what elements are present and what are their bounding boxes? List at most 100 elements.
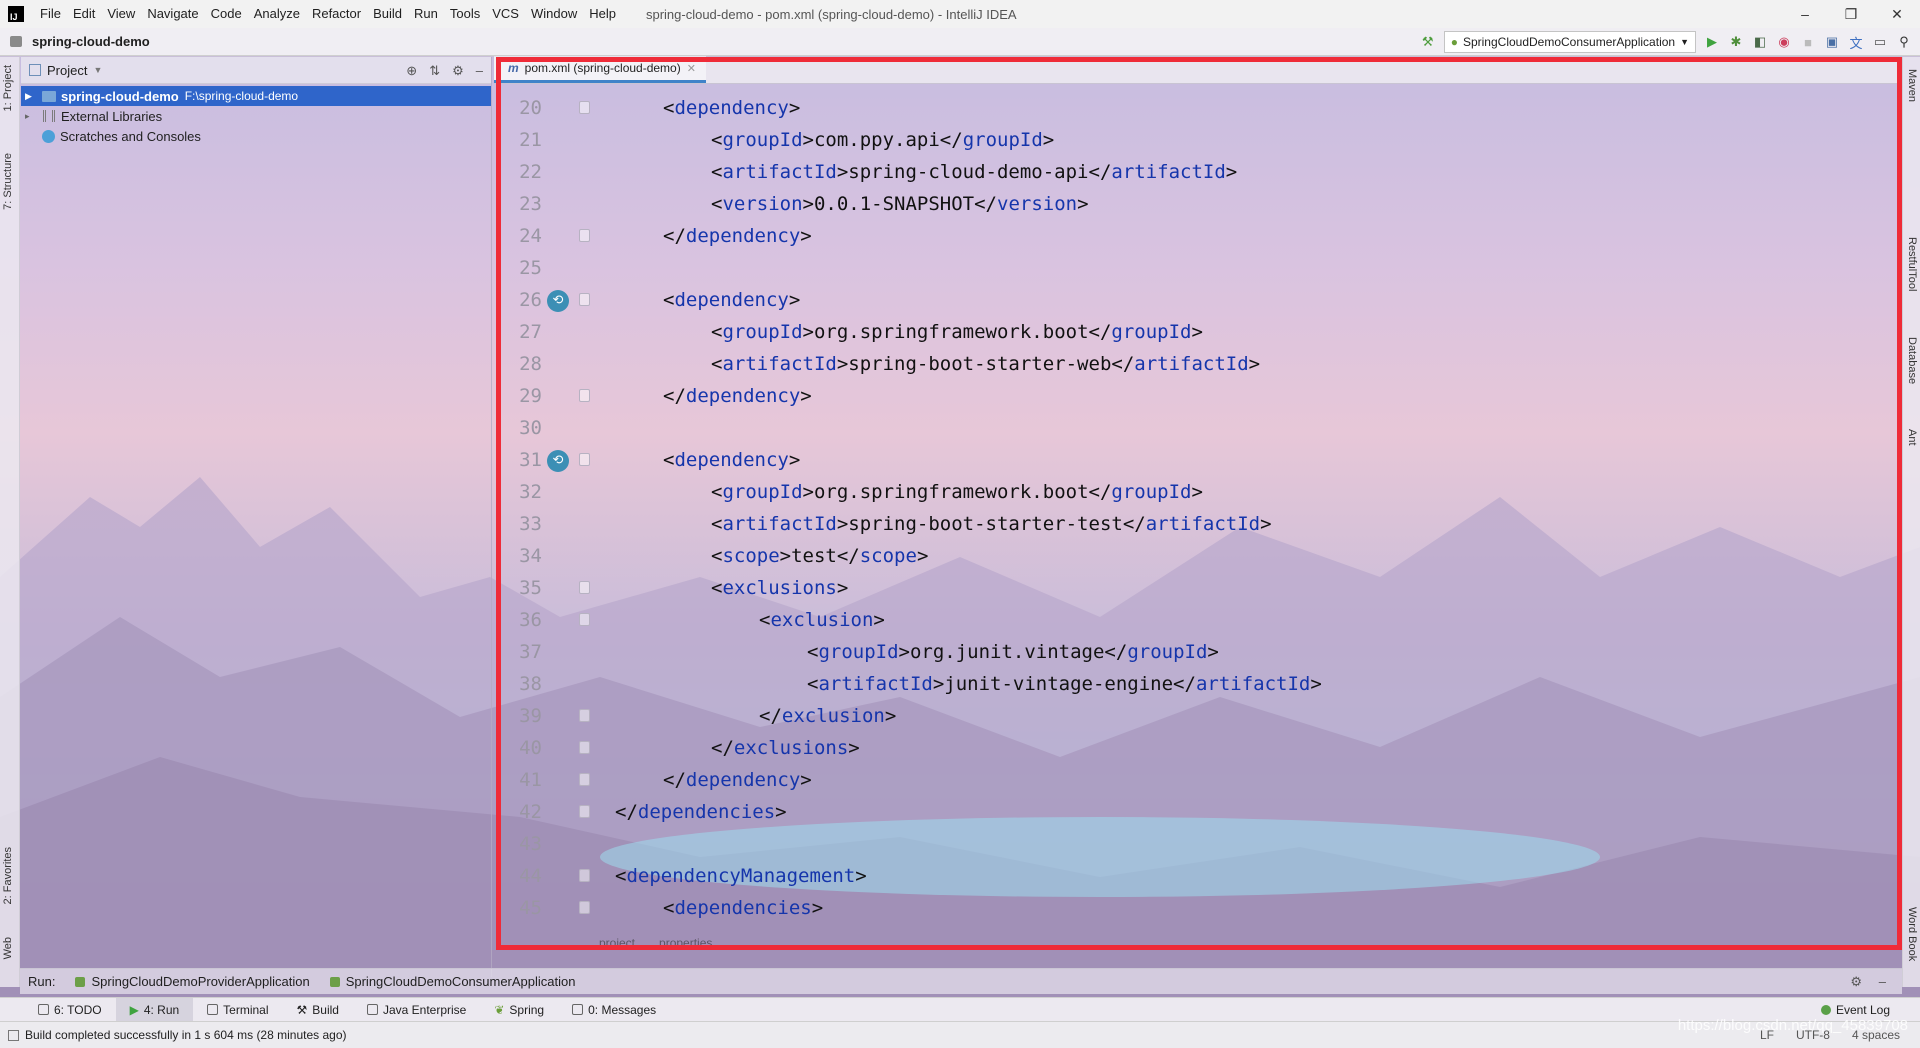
line-number[interactable]: 32 [494, 476, 542, 508]
fold-marker-icon[interactable] [579, 581, 590, 594]
line-number[interactable]: 34 [494, 540, 542, 572]
line-number[interactable]: 36 [494, 604, 542, 636]
fold-marker-icon[interactable] [579, 901, 590, 914]
menu-item-vcs[interactable]: VCS [486, 0, 525, 28]
code-line[interactable]: 20 <dependency> [494, 92, 1894, 124]
code-line[interactable]: 34 <scope>test</scope> [494, 540, 1894, 572]
expand-arrow-icon[interactable]: ▶ [25, 91, 37, 102]
code-line[interactable]: 25 [494, 252, 1894, 284]
tool-tab-messages[interactable]: 0: Messages [558, 998, 670, 1022]
collapse-all-icon[interactable]: ⇅ [429, 63, 440, 79]
profile-icon[interactable]: ◉ [1776, 34, 1792, 50]
line-number[interactable]: 21 [494, 124, 542, 156]
fold-marker-icon[interactable] [579, 805, 590, 818]
line-number[interactable]: 43 [494, 828, 542, 860]
run-configuration-select[interactable]: ● SpringCloudDemoConsumerApplication ▼ [1443, 31, 1696, 53]
menu-item-navigate[interactable]: Navigate [141, 0, 204, 28]
line-number[interactable]: 45 [494, 892, 542, 924]
menu-item-file[interactable]: File [34, 0, 67, 28]
expand-arrow-icon[interactable]: ▸ [25, 111, 37, 122]
code-line[interactable]: 28 <artifactId>spring-boot-starter-web</a… [494, 348, 1894, 380]
menu-item-view[interactable]: View [101, 0, 141, 28]
fold-marker-icon[interactable] [579, 293, 590, 306]
overrides-gutter-icon[interactable]: ⟲ [547, 450, 569, 472]
event-log-button[interactable]: Event Log [1820, 1003, 1890, 1017]
line-number[interactable]: 42 [494, 796, 542, 828]
build-hammer-icon[interactable]: ⚒ [1420, 34, 1436, 50]
tool-tab-terminal[interactable]: Terminal [193, 998, 282, 1022]
code-line[interactable]: 42 </dependencies> [494, 796, 1894, 828]
breadcrumb[interactable]: spring-cloud-demo [32, 34, 150, 49]
fold-marker-icon[interactable] [579, 709, 590, 722]
code-line[interactable]: 41 </dependency> [494, 764, 1894, 796]
line-number[interactable]: 24 [494, 220, 542, 252]
menu-item-tools[interactable]: Tools [444, 0, 486, 28]
line-number[interactable]: 39 [494, 700, 542, 732]
tool-tab-todo[interactable]: 6: TODO [24, 998, 116, 1022]
line-number[interactable]: 44 [494, 860, 542, 892]
line-number[interactable]: 26 [494, 284, 542, 316]
fold-marker-icon[interactable] [579, 453, 590, 466]
minimize-button[interactable]: – [1782, 0, 1828, 28]
debug-icon[interactable]: ✱ [1728, 34, 1744, 50]
code-line[interactable]: 24 </dependency> [494, 220, 1894, 252]
menu-item-window[interactable]: Window [525, 0, 583, 28]
code-line[interactable]: 35 <exclusions> [494, 572, 1894, 604]
code-line[interactable]: 29 </dependency> [494, 380, 1894, 412]
code-line[interactable]: 37 <groupId>org.junit.vintage</groupId> [494, 636, 1894, 668]
overrides-gutter-icon[interactable]: ⟲ [547, 290, 569, 312]
code-line[interactable]: 21 <groupId>com.ppy.api</groupId> [494, 124, 1894, 156]
fold-marker-icon[interactable] [579, 389, 590, 402]
line-number[interactable]: 35 [494, 572, 542, 604]
run-icon[interactable]: ▶ [1704, 34, 1720, 50]
layout-icon[interactable]: ▭ [1872, 34, 1888, 50]
code-line[interactable]: 38 <artifactId>junit-vintage-engine</arti… [494, 668, 1894, 700]
line-number[interactable]: 27 [494, 316, 542, 348]
fold-marker-icon[interactable] [579, 101, 590, 114]
search-icon[interactable]: ⚲ [1896, 34, 1912, 50]
translate-icon[interactable]: 文 [1848, 34, 1864, 51]
project-structure-icon[interactable]: ▣ [1824, 34, 1840, 50]
maximize-button[interactable]: ❐ [1828, 0, 1874, 28]
fold-marker-icon[interactable] [579, 773, 590, 786]
line-number[interactable]: 28 [494, 348, 542, 380]
code-line[interactable]: 33 <artifactId>spring-boot-starter-test</… [494, 508, 1894, 540]
code-line[interactable]: 44 <dependencyManagement> [494, 860, 1894, 892]
project-panel-title[interactable]: Project [47, 63, 87, 78]
run-tab-provider[interactable]: SpringCloudDemoProviderApplication [75, 974, 310, 989]
menu-item-run[interactable]: Run [408, 0, 444, 28]
fold-marker-icon[interactable] [579, 869, 590, 882]
fold-marker-icon[interactable] [579, 741, 590, 754]
close-icon[interactable]: ✕ [687, 62, 696, 75]
line-number[interactable]: 38 [494, 668, 542, 700]
editor-tab-pom[interactable]: m pom.xml (spring-cloud-demo) ✕ [494, 56, 706, 83]
breadcrumb-project[interactable]: project [599, 936, 635, 950]
line-number[interactable]: 20 [494, 92, 542, 124]
code-line[interactable]: 40 </exclusions> [494, 732, 1894, 764]
menu-item-code[interactable]: Code [205, 0, 248, 28]
code-line[interactable]: 36 <exclusion> [494, 604, 1894, 636]
menu-item-edit[interactable]: Edit [67, 0, 101, 28]
code-line[interactable]: 45 <dependencies> [494, 892, 1894, 924]
tool-tab-structure[interactable]: 7: Structure [2, 153, 14, 210]
tool-tab-run[interactable]: ▶ 4: Run [115, 997, 194, 1022]
menu-item-analyze[interactable]: Analyze [248, 0, 306, 28]
line-number[interactable]: 37 [494, 636, 542, 668]
line-number[interactable]: 29 [494, 380, 542, 412]
code-line[interactable]: 32 <groupId>org.springframework.boot</gro… [494, 476, 1894, 508]
tree-item-scratches[interactable]: Scratches and Consoles [21, 126, 491, 146]
gear-icon[interactable]: ⚙ [452, 63, 464, 79]
tool-tab-word-book[interactable]: Word Book [1906, 907, 1918, 961]
gear-icon[interactable]: ⚙ [1850, 974, 1862, 990]
tool-tab-ant[interactable]: Ant [1906, 429, 1918, 446]
tool-tab-favorites[interactable]: 2: Favorites [2, 847, 14, 904]
tree-item-spring-cloud-demo[interactable]: ▶ spring-cloud-demo F:\spring-cloud-demo [21, 86, 491, 106]
menu-item-help[interactable]: Help [583, 0, 622, 28]
breadcrumb-properties[interactable]: properties [659, 936, 712, 950]
tool-tab-java-enterprise[interactable]: Java Enterprise [353, 998, 480, 1022]
code-line[interactable]: 23 <version>0.0.1-SNAPSHOT</version> [494, 188, 1894, 220]
fold-marker-icon[interactable] [579, 613, 590, 626]
status-message[interactable]: Build completed successfully in 1 s 604 … [25, 1028, 347, 1042]
code-line[interactable]: 31 ⟲ <dependency> [494, 444, 1894, 476]
stop-icon[interactable]: ■ [1800, 34, 1816, 50]
